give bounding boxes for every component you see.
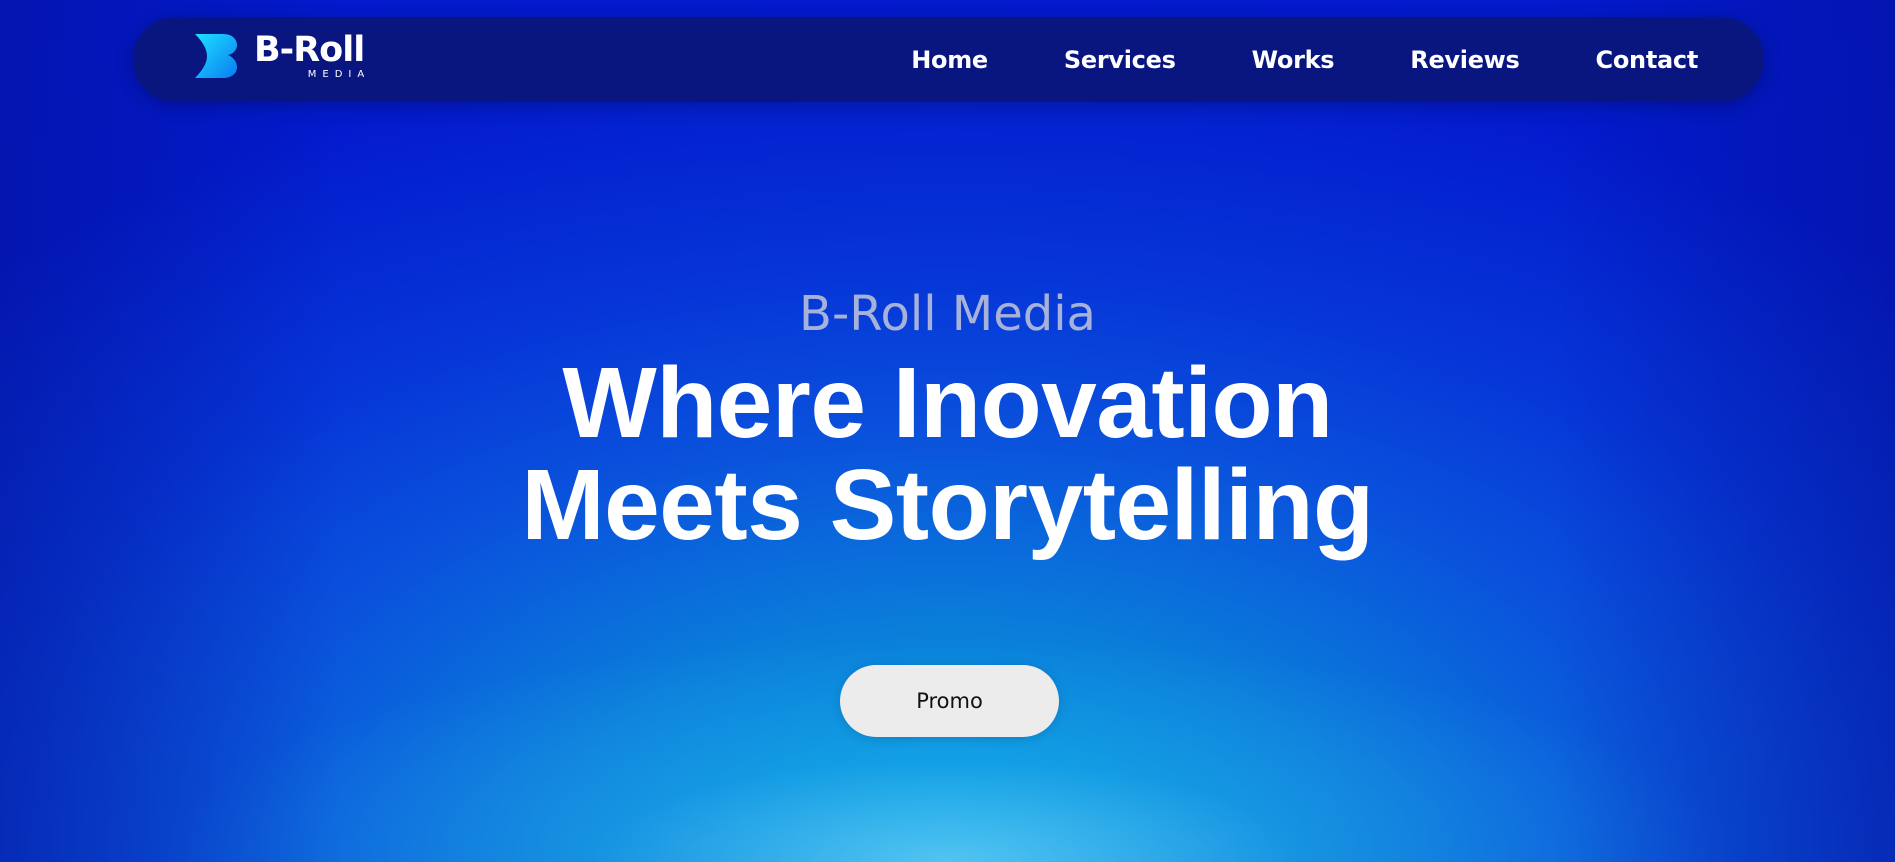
brand-name: B-Roll	[254, 30, 365, 70]
nav-link-home[interactable]: Home	[911, 46, 988, 74]
hero-title-line-2: Meets Storytelling	[521, 449, 1374, 561]
main-nav: Home Services Works Reviews Contact	[911, 17, 1698, 102]
nav-link-works[interactable]: Works	[1252, 46, 1335, 74]
nav-link-reviews[interactable]: Reviews	[1410, 46, 1520, 74]
promo-button[interactable]: Promo	[840, 665, 1059, 737]
hero-title-line-1: Where Inovation	[562, 347, 1333, 459]
brand-subtitle: MEDIA	[307, 69, 371, 80]
hero-kicker: B-Roll Media	[799, 286, 1096, 342]
hero-title: Where Inovation Meets Storytelling	[0, 352, 1895, 556]
b-roll-logo-icon	[195, 34, 237, 78]
brand-logo[interactable]: B-Roll MEDIA	[193, 30, 365, 91]
top-navbar: B-Roll MEDIA Home Services Works Reviews…	[133, 17, 1764, 102]
nav-link-contact[interactable]: Contact	[1596, 46, 1699, 74]
brand-wordmark: B-Roll MEDIA	[254, 30, 365, 81]
nav-link-services[interactable]: Services	[1064, 46, 1176, 74]
